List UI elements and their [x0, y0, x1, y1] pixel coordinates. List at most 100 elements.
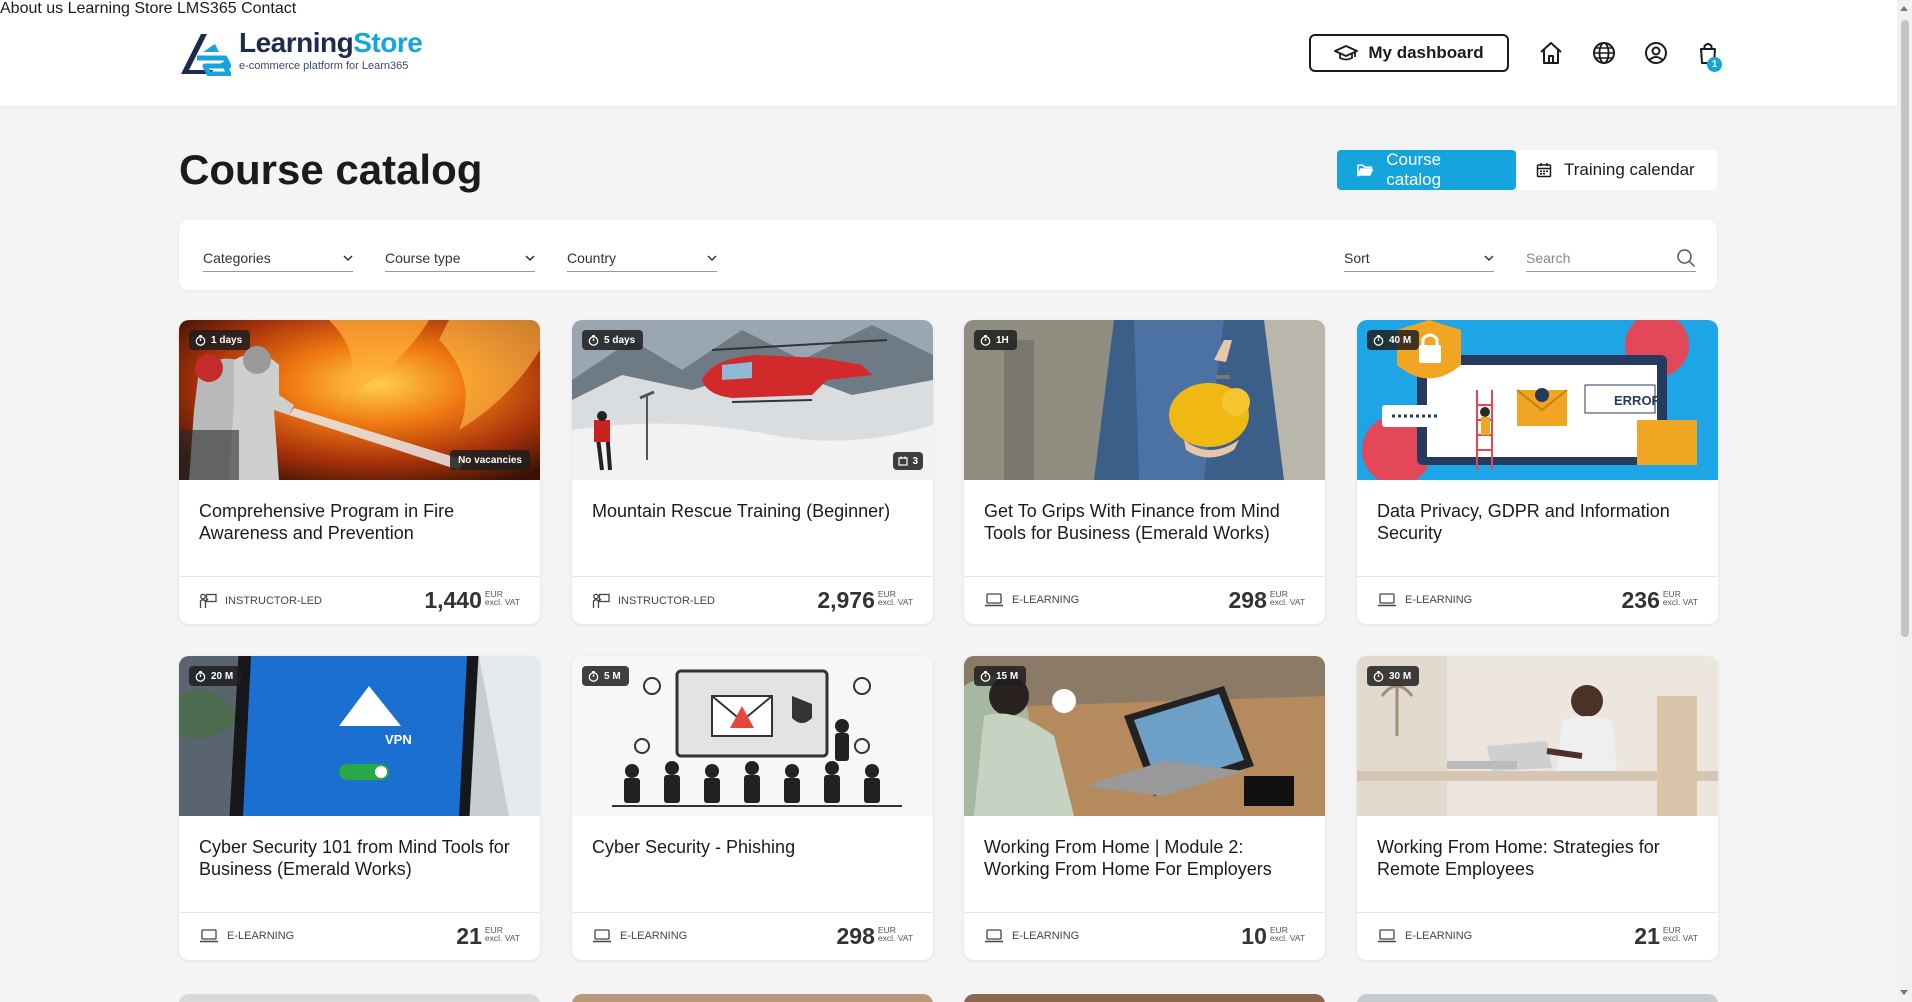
timer-icon — [195, 670, 206, 682]
search-field — [1526, 244, 1696, 272]
course-card-peek[interactable] — [179, 994, 540, 1002]
scroll-thumb[interactable] — [1901, 20, 1909, 637]
my-dashboard-button[interactable]: My dashboard — [1309, 34, 1509, 72]
course-title[interactable]: Working From Home | Module 2: Working Fr… — [984, 836, 1309, 880]
course-title[interactable]: Mountain Rescue Training (Beginner) — [592, 500, 917, 522]
site-header: LearningStore e-commerce platform for Le… — [0, 0, 1897, 106]
course-title[interactable]: Cyber Security - Phishing — [592, 836, 917, 858]
course-card[interactable]: ERROR 40 M Data Privacy, GDPR and Inform… — [1357, 320, 1718, 624]
card-footer: E-LEARNING 236 EUR excl. VAT — [1357, 576, 1718, 624]
price-value: 10 — [1241, 923, 1267, 949]
duration-badge: 5 M — [582, 666, 629, 686]
chevron-down-icon — [1484, 254, 1494, 261]
course-title[interactable]: Comprehensive Program in Fire Awareness … — [199, 500, 524, 544]
categories-dropdown[interactable]: Categories — [203, 246, 353, 272]
card-footer: INSTRUCTOR-LED 2,976 EUR excl. VAT — [572, 576, 933, 624]
duration-badge: 30 M — [1367, 666, 1420, 686]
course-card[interactable]: VPN 20 M Cyber Security 101 from Mind To… — [179, 656, 540, 960]
price-vat: excl. VAT — [877, 597, 913, 607]
globe-icon[interactable] — [1591, 40, 1617, 66]
duration-text: 20 M — [211, 670, 234, 682]
course-type: INSTRUCTOR-LED — [199, 593, 322, 609]
duration-text: 40 M — [1389, 334, 1412, 346]
duration-text: 5 days — [604, 334, 636, 346]
laptop-icon — [593, 929, 611, 943]
duration-badge: 1H — [974, 330, 1017, 350]
search-icon[interactable] — [1676, 248, 1696, 268]
scroll-down-arrow-icon[interactable] — [1900, 990, 1908, 995]
course-image: 1 days No vacancies — [179, 320, 540, 480]
price: 10 EUR excl. VAT — [1241, 924, 1305, 948]
course-image: VPN 20 M — [179, 656, 540, 816]
card-footer: E-LEARNING 298 EUR excl. VAT — [964, 576, 1325, 624]
laptop-icon — [1378, 929, 1396, 943]
no-vacancies-badge: No vacancies — [450, 450, 530, 470]
course-card[interactable]: 1 days No vacancies Comprehensive Progra… — [179, 320, 540, 624]
training-calendar-tab-label: Training calendar — [1564, 160, 1695, 179]
course-type-text: E-LEARNING — [1012, 930, 1080, 942]
course-title[interactable]: Working From Home: Strategies for Remote… — [1377, 836, 1702, 880]
price-value: 1,440 — [424, 587, 482, 613]
course-image: 15 M — [964, 656, 1325, 816]
course-title[interactable]: Cyber Security 101 from Mind Tools for B… — [199, 836, 524, 880]
course-card[interactable]: 1H Get To Grips With Finance from Mind T… — [964, 320, 1325, 624]
course-card-peek[interactable] — [572, 994, 933, 1002]
price-vat: excl. VAT — [877, 933, 913, 943]
page-scrollbar[interactable] — [1897, 0, 1912, 1002]
price-vat: excl. VAT — [484, 933, 520, 943]
price: 21 EUR excl. VAT — [1634, 924, 1698, 948]
duration-text: 5 M — [604, 670, 621, 682]
course-type-dropdown[interactable]: Course type — [385, 246, 535, 272]
price-vat: excl. VAT — [1269, 933, 1305, 943]
price: 1,440 EUR excl. VAT — [424, 588, 520, 612]
course-title[interactable]: Get To Grips With Finance from Mind Tool… — [984, 500, 1309, 544]
price-value: 21 — [1634, 923, 1660, 949]
search-input[interactable] — [1526, 249, 1666, 266]
course-image: 1H — [964, 320, 1325, 480]
course-image: 5 days 3 — [572, 320, 933, 480]
nav-contact[interactable]: Contact — [241, 0, 296, 17]
course-catalog-tab[interactable]: Course catalog — [1337, 150, 1516, 190]
error-label: ERROR — [1614, 393, 1661, 408]
course-type: E-LEARNING — [592, 929, 687, 943]
logo[interactable]: LearningStore e-commerce platform for Le… — [179, 28, 423, 76]
course-card[interactable]: 5 M Cyber Security - Phishing E-LEARNING… — [572, 656, 933, 960]
nav-learning-store[interactable]: Learning Store — [68, 0, 173, 17]
scroll-up-arrow-icon[interactable] — [1900, 6, 1908, 11]
duration-badge: 40 M — [1367, 330, 1420, 350]
course-card-peek[interactable] — [1357, 994, 1718, 1002]
country-dropdown[interactable]: Country — [567, 246, 717, 272]
duration-text: 1H — [996, 334, 1009, 346]
vpn-label: VPN — [385, 732, 412, 747]
course-card-peek[interactable] — [964, 994, 1325, 1002]
course-type-text: E-LEARNING — [1405, 930, 1473, 942]
nav-about-us[interactable]: About us — [0, 0, 63, 17]
chevron-down-icon — [525, 254, 535, 261]
card-footer: E-LEARNING 21 EUR excl. VAT — [1357, 912, 1718, 960]
training-calendar-tab[interactable]: Training calendar — [1516, 150, 1717, 190]
nav-lms365[interactable]: LMS365 — [177, 0, 237, 17]
home-icon[interactable] — [1538, 40, 1564, 66]
price: 236 EUR excl. VAT — [1622, 588, 1698, 612]
timer-icon — [980, 670, 991, 682]
course-image: ERROR 40 M — [1357, 320, 1718, 480]
course-card[interactable]: 5 days 3 Mountain Rescue Training (Begin… — [572, 320, 933, 624]
user-icon[interactable] — [1643, 40, 1669, 66]
course-type-text: E-LEARNING — [620, 930, 688, 942]
price: 21 EUR excl. VAT — [456, 924, 520, 948]
chevron-down-icon — [707, 254, 717, 261]
course-type: E-LEARNING — [984, 929, 1079, 943]
course-title[interactable]: Data Privacy, GDPR and Information Secur… — [1377, 500, 1702, 544]
piggy-bank-image-icon — [964, 320, 1325, 480]
brand-tagline: e-commerce platform for Learn365 — [239, 60, 409, 72]
price-vat: excl. VAT — [484, 597, 520, 607]
logo-mark-icon — [181, 34, 231, 76]
course-card[interactable]: 30 M Working From Home: Strategies for R… — [1357, 656, 1718, 960]
sort-dropdown[interactable]: Sort — [1344, 246, 1494, 272]
timer-icon — [1373, 670, 1384, 682]
course-card[interactable]: 15 M Working From Home | Module 2: Worki… — [964, 656, 1325, 960]
course-type: E-LEARNING — [1377, 593, 1472, 607]
price-vat: excl. VAT — [1662, 933, 1698, 943]
cart-count-badge: 1 — [1707, 57, 1722, 72]
price: 298 EUR excl. VAT — [837, 924, 913, 948]
